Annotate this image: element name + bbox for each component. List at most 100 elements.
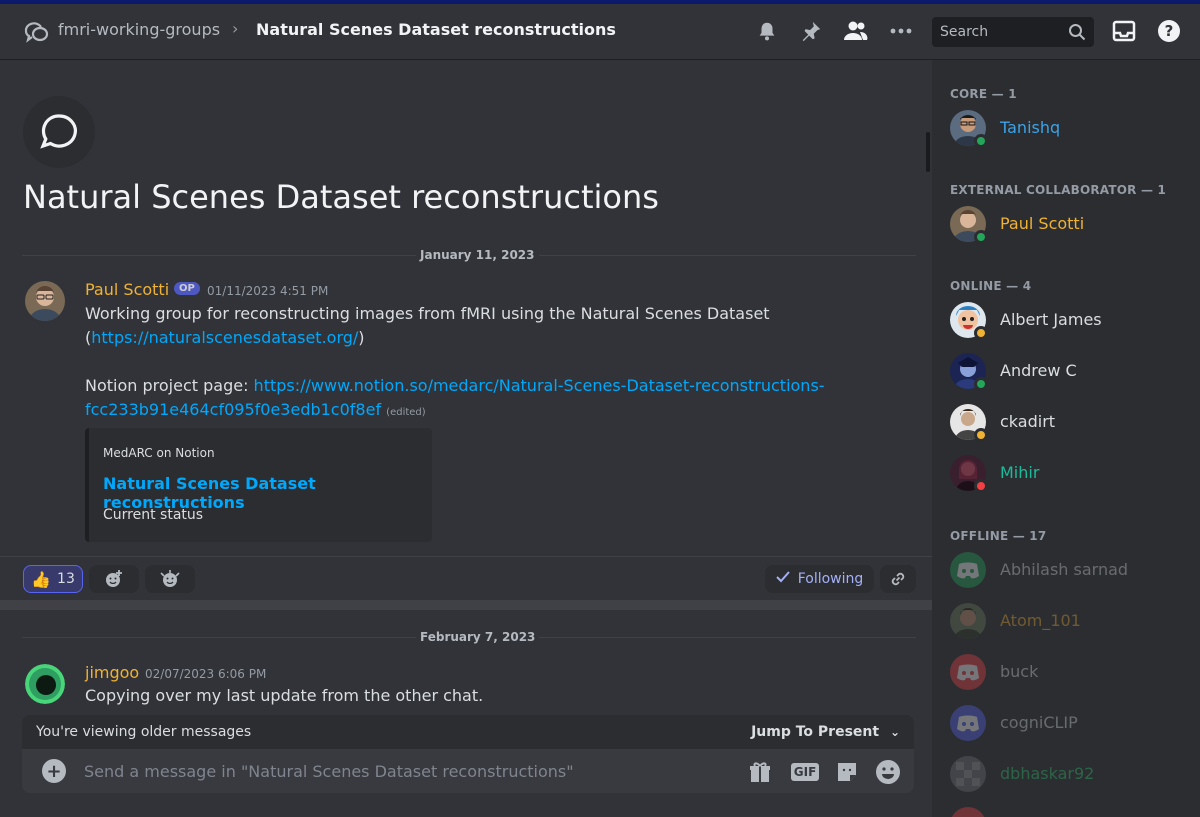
member-buck[interactable]: buck [950, 650, 1190, 694]
avatar-paul-scotti[interactable] [25, 281, 65, 321]
status-online-icon [974, 230, 988, 244]
svg-text:?: ? [1165, 22, 1174, 40]
attach-plus-icon[interactable]: + [42, 759, 66, 783]
member-name: Tanishq [1000, 118, 1061, 137]
jump-label: Jump To Present [751, 724, 880, 740]
emoji-icon[interactable] [875, 759, 901, 785]
member-ckadirt[interactable]: ckadirt [950, 400, 1190, 444]
avatar [950, 552, 986, 588]
op-badge: OP [174, 282, 200, 295]
member-dbhaskar92[interactable]: dbhaskar92 [950, 752, 1190, 796]
member-tanishq[interactable]: Tanishq [950, 106, 1190, 150]
search-box[interactable] [932, 17, 1094, 47]
parent-channel-link[interactable]: fmri-working-groups [58, 20, 220, 39]
separator-band [0, 600, 932, 610]
edited-marker: (edited) [386, 407, 426, 418]
member-name: cogniCLIP [1000, 713, 1078, 732]
avatar [950, 807, 986, 817]
avatar [950, 603, 986, 639]
gif-button[interactable]: GIF [790, 759, 820, 785]
member-name: Abhilash sarnad [1000, 560, 1129, 579]
notion-link-part1[interactable]: https://www.notion.so/medarc/Natural-Sce… [254, 376, 825, 395]
older-messages-notice: You're viewing older messages [36, 724, 252, 740]
avatar-jimgoo[interactable] [25, 664, 65, 704]
status-idle-icon [974, 326, 988, 340]
member-partial[interactable] [950, 803, 1190, 817]
embed-provider: MedARC on Notion [103, 446, 215, 460]
reaction-count: 13 [57, 571, 75, 587]
channel-header: fmri-working-groups › Natural Scenes Dat… [0, 4, 1200, 60]
thumbs-up-icon: 👍 [31, 569, 52, 589]
status-online-icon [974, 134, 988, 148]
role-header-online: ONLINE — 4 [950, 279, 1032, 293]
members-icon[interactable] [842, 18, 868, 44]
following-label: Following [797, 571, 864, 587]
check-icon [775, 571, 790, 587]
status-dnd-icon [974, 479, 988, 493]
add-reaction-button[interactable] [89, 565, 139, 593]
role-header-external: EXTERNAL COLLABORATOR — 1 [950, 183, 1167, 197]
copy-link-button[interactable] [880, 565, 916, 593]
add-reaction-icon [106, 570, 122, 587]
gift-icon[interactable] [747, 759, 773, 785]
author-name[interactable]: jimgoo [85, 663, 139, 682]
threads-icon [22, 20, 50, 44]
member-atom-101[interactable]: Atom_101 [950, 599, 1190, 643]
status-idle-icon [974, 428, 988, 442]
message-line: Working group for reconstructing images … [85, 304, 770, 323]
notion-label: Notion project page: [85, 376, 254, 395]
message-composer: + GIF [22, 749, 914, 793]
notion-link-part2[interactable]: fcc233b91e464cf095f0e3edb1c0f8ef [85, 400, 381, 419]
gif-icon: GIF [790, 763, 820, 781]
following-button[interactable]: Following [765, 565, 874, 593]
thread-actions-bar: 👍 13 Following [0, 556, 932, 600]
message-timestamp: 01/11/2023 4:51 PM [207, 284, 329, 298]
message-input[interactable] [84, 759, 724, 783]
inbox-icon[interactable] [1111, 18, 1137, 44]
message-line: (https://naturalscenesdataset.org/) [85, 326, 905, 350]
author-name[interactable]: Paul Scotti [85, 280, 169, 299]
thread-messages: Natural Scenes Dataset reconstructions J… [0, 60, 932, 817]
member-albert-james[interactable]: Albert James [950, 298, 1190, 342]
thread-start-icon [23, 96, 95, 168]
member-andrew-c[interactable]: Andrew C [950, 349, 1190, 393]
sticker-icon[interactable] [834, 759, 860, 785]
avatar [950, 756, 986, 792]
member-cogniclip[interactable]: cogniCLIP [950, 701, 1190, 745]
message-line: Notion project page: https://www.notion.… [85, 374, 905, 398]
message-timestamp: 02/07/2023 6:06 PM [145, 667, 267, 681]
chevron-down-icon: ⌄ [889, 725, 900, 739]
member-mihir[interactable]: Mihir [950, 451, 1190, 495]
avatar [950, 705, 986, 741]
link-icon [891, 572, 905, 586]
breadcrumb-separator: › [232, 19, 239, 38]
scrollbar-thumb[interactable] [926, 132, 930, 172]
member-name: dbhaskar92 [1000, 764, 1095, 783]
pin-icon[interactable] [798, 18, 824, 44]
help-icon[interactable]: ? [1156, 18, 1182, 44]
search-input[interactable] [940, 24, 1060, 40]
member-name: Albert James [1000, 310, 1102, 329]
bell-icon[interactable] [754, 18, 780, 44]
add-super-reaction-button[interactable] [145, 565, 195, 593]
member-paul-scotti[interactable]: Paul Scotti [950, 202, 1190, 246]
message-content: Copying over my last update from the oth… [85, 686, 484, 705]
message-line: fcc233b91e464cf095f0e3edb1c0f8ef (edited… [85, 398, 905, 425]
member-abhilash-sarnad[interactable]: Abhilash sarnad [950, 548, 1190, 592]
text-paren-close: ) [358, 328, 365, 347]
search-icon [1068, 23, 1086, 45]
role-header-core: CORE — 1 [950, 87, 1017, 101]
role-header-offline: OFFLINE — 17 [950, 529, 1047, 543]
member-name: Atom_101 [1000, 611, 1081, 630]
status-online-icon [974, 377, 988, 391]
link-embed: MedARC on Notion Natural Scenes Dataset … [85, 428, 432, 542]
jump-to-present-button[interactable]: Jump To Present ⌄ [751, 724, 900, 740]
older-messages-bar: You're viewing older messages Jump To Pr… [22, 715, 914, 749]
reaction-thumbs-up[interactable]: 👍 13 [23, 565, 83, 593]
super-reaction-icon [160, 570, 180, 587]
date-divider-label: January 11, 2023 [416, 248, 539, 262]
member-name: ckadirt [1000, 412, 1056, 431]
nsd-link[interactable]: https://naturalscenesdataset.org/ [91, 328, 358, 347]
more-icon[interactable] [888, 18, 914, 44]
message-author[interactable]: Paul Scotti [85, 280, 169, 299]
